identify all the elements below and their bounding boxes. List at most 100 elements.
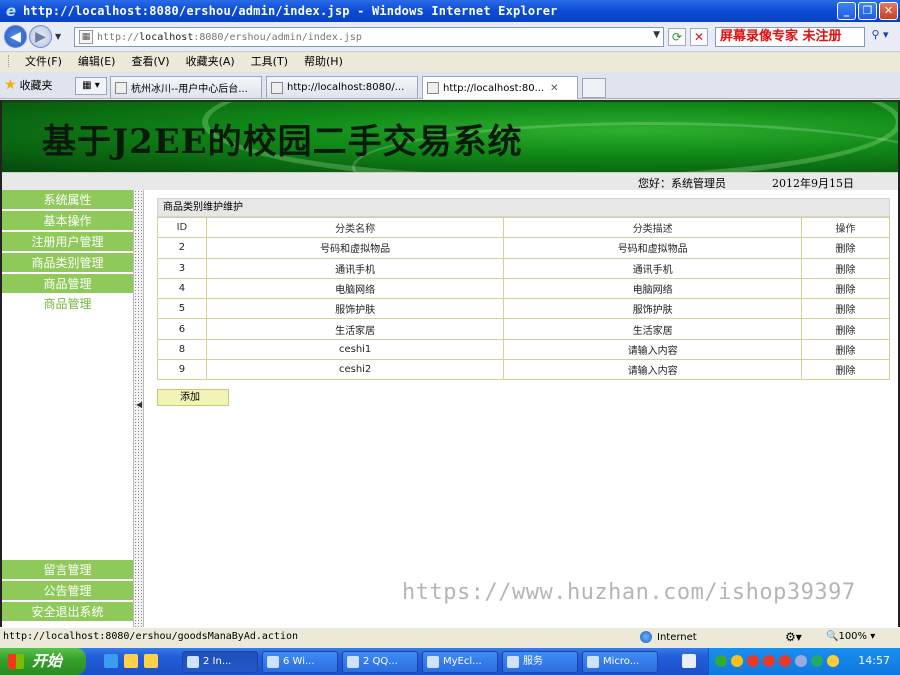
tray-icon[interactable]	[811, 655, 823, 667]
task-label: 2 QQ...	[363, 656, 398, 667]
recorder-watermark: 屏幕录像专家 未注册	[720, 29, 842, 44]
forward-icon[interactable]: ▶	[29, 25, 52, 48]
sidebar-item-system-properties[interactable]: 系统属性	[2, 190, 133, 210]
menu-tools[interactable]: 工具(T)	[243, 53, 296, 69]
tray-icon[interactable]	[795, 655, 807, 667]
add-category-button[interactable]: 添加	[157, 389, 229, 406]
table-row: 4 电脑网络 电脑网络 删除	[157, 277, 891, 300]
cell-id: 6	[157, 318, 207, 340]
cell-description: 通讯手机	[503, 257, 802, 279]
tab-close-icon[interactable]: ✕	[550, 83, 558, 94]
main-panel: 商品类别维护维护 ID 分类名称 分类描述 操作 2 号码和虚拟物品 号码和虚拟…	[144, 190, 898, 627]
menu-help[interactable]: 帮助(H)	[296, 53, 351, 69]
search-icon[interactable]: ⚲ ▾	[866, 28, 894, 46]
toolbar-grip	[8, 55, 11, 67]
task-ie[interactable]: 2 In...	[182, 651, 258, 673]
folder2-quicklaunch-icon[interactable]	[144, 654, 158, 668]
table-row: 5 服饰护肤 服饰护肤 删除	[157, 298, 891, 320]
sidebar-item-category-management[interactable]: 商品类别管理	[2, 253, 133, 273]
sidebar-item-goods-management[interactable]: 商品管理	[2, 274, 133, 294]
folder-task-icon	[267, 656, 279, 668]
task-explorer[interactable]: 6 Wi...	[262, 651, 338, 673]
tray-icon[interactable]	[731, 655, 743, 667]
cell-name: 生活家居	[205, 318, 505, 340]
globe-icon	[640, 631, 652, 643]
protected-mode-icon[interactable]: ⚙▾	[785, 630, 802, 644]
star-icon: ★	[4, 77, 17, 93]
sidebar-item-basic-operations[interactable]: 基本操作	[2, 211, 133, 231]
task-qq[interactable]: 2 QQ...	[342, 651, 418, 673]
start-button[interactable]: 开始	[0, 648, 86, 675]
quick-tabs-icon[interactable]: ▦ ▾	[75, 77, 107, 95]
delete-link[interactable]: 删除	[800, 318, 891, 340]
sidebar-splitter[interactable]: ◀	[133, 190, 144, 627]
favorites-button[interactable]: ★ 收藏夹	[4, 77, 53, 93]
zoom-level[interactable]: 🔍100% ▾	[826, 631, 875, 642]
header-category-description: 分类描述	[503, 216, 802, 239]
table-row: 3 通讯手机 通讯手机 删除	[157, 257, 891, 279]
refresh-icon[interactable]: ⟳	[668, 28, 686, 46]
delete-link[interactable]: 删除	[800, 277, 891, 300]
close-button[interactable]: ✕	[879, 2, 898, 20]
status-url: http://localhost:8080/ershou/goodsManaBy…	[3, 631, 299, 642]
user-info-bar: 您好：系统管理员 2012年9月15日 14:57:35	[2, 172, 898, 204]
header-category-name: 分类名称	[205, 216, 505, 239]
task-microsoft[interactable]: Micro...	[582, 651, 658, 673]
cell-description: 电脑网络	[503, 277, 802, 300]
minimize-button[interactable]: _	[837, 2, 856, 20]
menu-favorites[interactable]: 收藏夹(A)	[178, 53, 243, 69]
delete-link[interactable]: 删除	[800, 257, 891, 279]
menu-edit[interactable]: 编辑(E)	[70, 53, 124, 69]
address-bar[interactable]: ▦ http://localhost:8080/ershou/admin/ind…	[74, 27, 664, 47]
sidebar-item-message-management[interactable]: 留言管理	[2, 560, 133, 580]
tab-user-center[interactable]: 杭州冰川--用户中心后台...	[110, 76, 262, 98]
cell-description: 服饰护肤	[503, 298, 802, 320]
system-title: 基于J2EE的校园二手交易系统	[42, 122, 523, 162]
sidebar-item-user-management[interactable]: 注册用户管理	[2, 232, 133, 252]
tab-localhost-active[interactable]: http://localhost:80... ✕	[422, 76, 578, 99]
shield-icon[interactable]	[827, 655, 839, 667]
site-watermark: https://www.huzhan.com/ishop39397	[402, 580, 856, 605]
tab-localhost-1[interactable]: http://localhost:8080/...	[266, 76, 418, 98]
delete-link[interactable]: 删除	[800, 359, 891, 381]
security-zone: Internet	[640, 631, 697, 643]
stop-icon[interactable]: ✕	[690, 28, 708, 46]
cell-id: 2	[157, 237, 207, 259]
new-tab-button[interactable]	[582, 78, 606, 98]
tab-label: http://localhost:80...	[443, 82, 545, 94]
window-title: http://localhost:8080/ershou/admin/index…	[23, 4, 558, 18]
folder-quicklaunch-icon[interactable]	[124, 654, 138, 668]
cell-id: 9	[157, 359, 207, 381]
sidebar-item-logout[interactable]: 安全退出系统	[2, 602, 133, 622]
address-dropdown-icon[interactable]: ▼	[653, 30, 660, 40]
cell-name: 服饰护肤	[205, 298, 505, 320]
start-label: 开始	[32, 652, 63, 670]
delete-link[interactable]: 删除	[800, 298, 891, 320]
taskbar-clock: 14:57	[858, 654, 890, 667]
delete-link[interactable]: 删除	[800, 237, 891, 259]
qq-tray-icon[interactable]	[747, 655, 759, 667]
delete-link[interactable]: 删除	[800, 338, 891, 361]
qq-task-icon	[347, 656, 359, 668]
keyboard-icon[interactable]	[682, 654, 696, 668]
window-titlebar: e http://localhost:8080/ershou/admin/ind…	[0, 0, 900, 22]
back-icon[interactable]: ◀	[4, 25, 27, 48]
history-dropdown-icon[interactable]: ▼	[55, 32, 61, 41]
header-id: ID	[157, 216, 207, 239]
task-myeclipse[interactable]: MyEcl...	[422, 651, 498, 673]
sidebar-subitem-goods-management[interactable]: 商品管理	[2, 294, 133, 314]
qq-tray-icon[interactable]	[763, 655, 775, 667]
menu-view[interactable]: 查看(V)	[123, 53, 177, 69]
collapse-arrow-icon[interactable]: ◀	[136, 400, 142, 410]
zoom-value: 100%	[838, 631, 868, 642]
sidebar-item-notice-management[interactable]: 公告管理	[2, 581, 133, 601]
task-services[interactable]: 服务	[502, 651, 578, 673]
tray-icon[interactable]	[715, 655, 727, 667]
ie-quicklaunch-icon[interactable]	[104, 654, 118, 668]
address-toolbar: ◀ ▶ ▼ ▦ http://localhost:8080/ershou/adm…	[0, 22, 900, 52]
qq-tray-icon[interactable]	[779, 655, 791, 667]
maximize-button[interactable]: ❐	[858, 2, 877, 20]
table-row: 8 ceshi1 请输入内容 删除	[157, 338, 891, 361]
ie-logo-icon: e	[5, 2, 17, 20]
menu-file[interactable]: 文件(F)	[17, 53, 70, 69]
